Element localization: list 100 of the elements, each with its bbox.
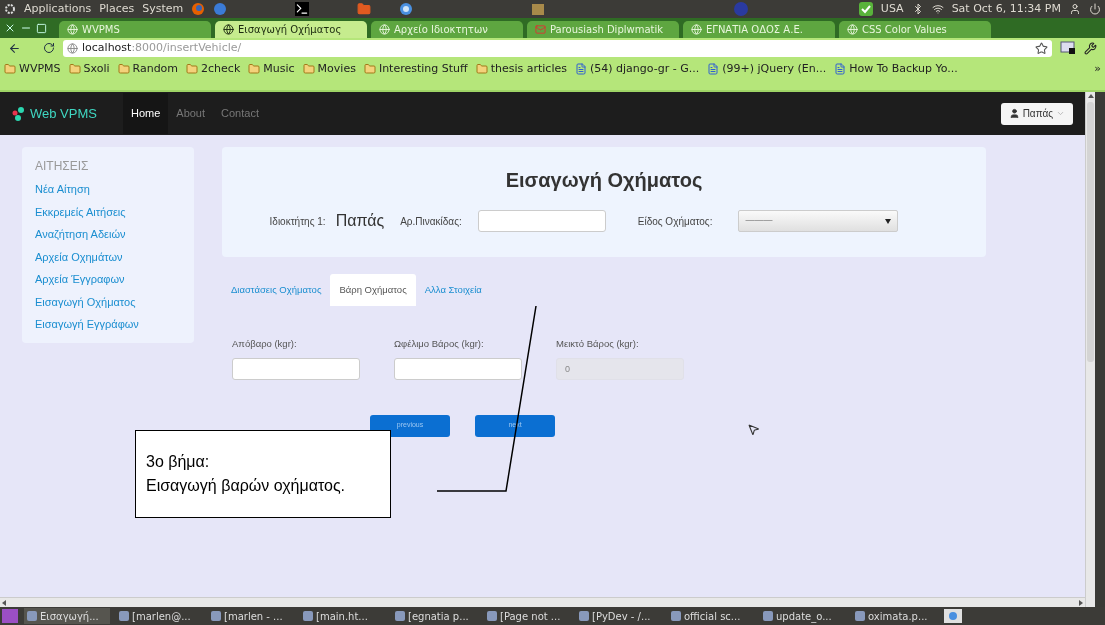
folder-icon [302,63,315,76]
power-icon[interactable] [1089,3,1101,15]
window-icon [395,611,405,621]
keyboard-layout[interactable]: USA [880,0,904,18]
page-icon [707,63,720,76]
user-icon [1008,108,1020,119]
nav-link[interactable]: About [168,93,214,134]
reload-icon[interactable] [43,42,55,54]
bookmark[interactable]: (99+) jQuery (En... [707,61,827,78]
taskbar-item[interactable]: [egnatia p... [392,608,478,624]
nav-link[interactable]: Home [122,93,169,134]
field-label: Ωφέλιμο Βάρος (kgr): [394,337,485,352]
window-icon [303,611,313,621]
taskbar-item[interactable]: [main.ht... [300,608,386,624]
window-icon [763,611,773,621]
globe-icon [847,24,858,35]
vehicle-type-select[interactable]: ——— [738,210,899,232]
back-icon[interactable] [8,41,21,55]
owner-label: Ιδιοκτήτης 1: [269,214,326,229]
window-icon [211,611,221,621]
logo-icon [12,105,26,122]
folder-icon[interactable] [357,2,372,16]
tab-title: ΕΓΝΑΤΙΑ ΟΔΟΣ Α.Ε. [706,23,803,37]
taskbar-item[interactable]: official sc... [668,608,754,624]
form-title: Εισαγωγή Οχήματος [505,168,703,193]
bookmark[interactable]: (54) django-gr - G... [574,61,700,78]
folder-icon [4,63,16,76]
window-icon [487,611,497,621]
panel-menu[interactable]: Places [99,0,135,18]
gear-icon[interactable] [4,3,16,15]
bookmark[interactable]: thesis articles [475,61,567,78]
taskbar-item[interactable]: [Page not ... [484,608,570,624]
clock[interactable]: Sat Oct 6, 11:34 PM [951,0,1061,18]
brand-logo[interactable]: Web VPMS [12,103,97,124]
taskbar-item[interactable]: oximata.p... [852,608,938,624]
browser-icon[interactable] [191,2,206,16]
page-icon [834,63,847,76]
restore-icon[interactable] [36,22,47,34]
plate-label: Αρ.Πινακίδας: [400,214,462,229]
folder-icon [475,63,488,76]
window-icon [855,611,865,621]
bookmark[interactable]: WVPMS [4,61,61,78]
window-icon [671,611,681,621]
folder-icon [363,63,376,76]
callout-text: Εισαγωγή βαρών οχήματος. [146,476,347,496]
bookmark[interactable]: Interesting Stuff [363,61,468,78]
bookmark[interactable]: Movies [302,61,356,78]
weight-field[interactable] [394,357,522,380]
folder-icon [186,63,199,76]
folder-icon [248,63,261,76]
close-icon[interactable] [4,22,16,34]
user-menu-button[interactable]: Παπάς [1000,102,1073,125]
tab-title: Parousiash Diplwmatik [550,23,664,37]
globe-icon [223,24,234,35]
folder-icon [117,63,130,76]
form-tab[interactable]: Βάρη Οχήματος [330,274,416,307]
user-icon[interactable] [1069,3,1081,15]
globe-icon [379,24,390,35]
bookmark[interactable]: Random [117,61,179,78]
taskbar-item[interactable]: [marlen - ... [208,608,294,624]
plate-field[interactable] [477,210,606,232]
terminal-icon[interactable] [295,2,310,16]
globe-icon [67,42,78,54]
field-label: Μεικτό Βάρος (kgr): [556,337,640,352]
taskbar-item[interactable]: [PyDev - /... [576,608,662,624]
bookmark[interactable]: Music [248,61,295,78]
address-field[interactable]: localhost:8000/insertVehicle/ [63,39,1052,57]
taskbar-item[interactable]: [marlen@... [116,608,202,624]
browser-tab[interactable]: Εισαγωγή Οχήματος [215,21,367,38]
select-value: ——— [745,214,773,228]
callout-text: 3ο βήμα: [146,452,211,472]
weight-field[interactable] [232,357,360,380]
taskbar-item[interactable]: update_o... [760,608,846,624]
more-bookmarks[interactable]: » [1094,61,1101,78]
field-label: Απόβαρο (kgr): [232,337,298,352]
tab-title: Αρχείο Ιδιοκτητων [394,23,488,37]
bookmark[interactable]: How To Backup Yo... [834,61,958,78]
extension-icon[interactable] [1060,41,1076,55]
settings-icon[interactable] [1084,41,1097,55]
wifi-icon[interactable] [931,3,944,15]
panel-menu[interactable]: System [142,0,184,18]
window-icon [119,611,129,621]
owner-name: Παπάς [335,211,385,231]
horizontal-scrollbar[interactable] [0,597,1085,607]
mail-icon [535,24,546,35]
bookmark[interactable]: 2check [186,61,241,78]
nav-link[interactable]: Contact [213,93,267,134]
globe-icon [691,24,702,35]
taskbar-item[interactable]: Εισαγωγή... [24,608,110,624]
bookmark[interactable]: Sxoli [68,61,110,78]
window-icon [579,611,589,621]
globe-icon[interactable] [399,2,414,16]
page-icon [574,63,587,76]
bookmark-star-icon[interactable] [1035,41,1048,55]
sidebar-heading: ΑΙΤΗΣΕΙΣ [35,158,90,175]
caret-icon [885,218,892,224]
tab-title: Εισαγωγή Οχήματος [238,23,342,37]
mouse-pointer-icon [747,422,760,436]
panel-menu[interactable]: Applications [24,0,92,18]
check-icon[interactable] [858,2,873,16]
